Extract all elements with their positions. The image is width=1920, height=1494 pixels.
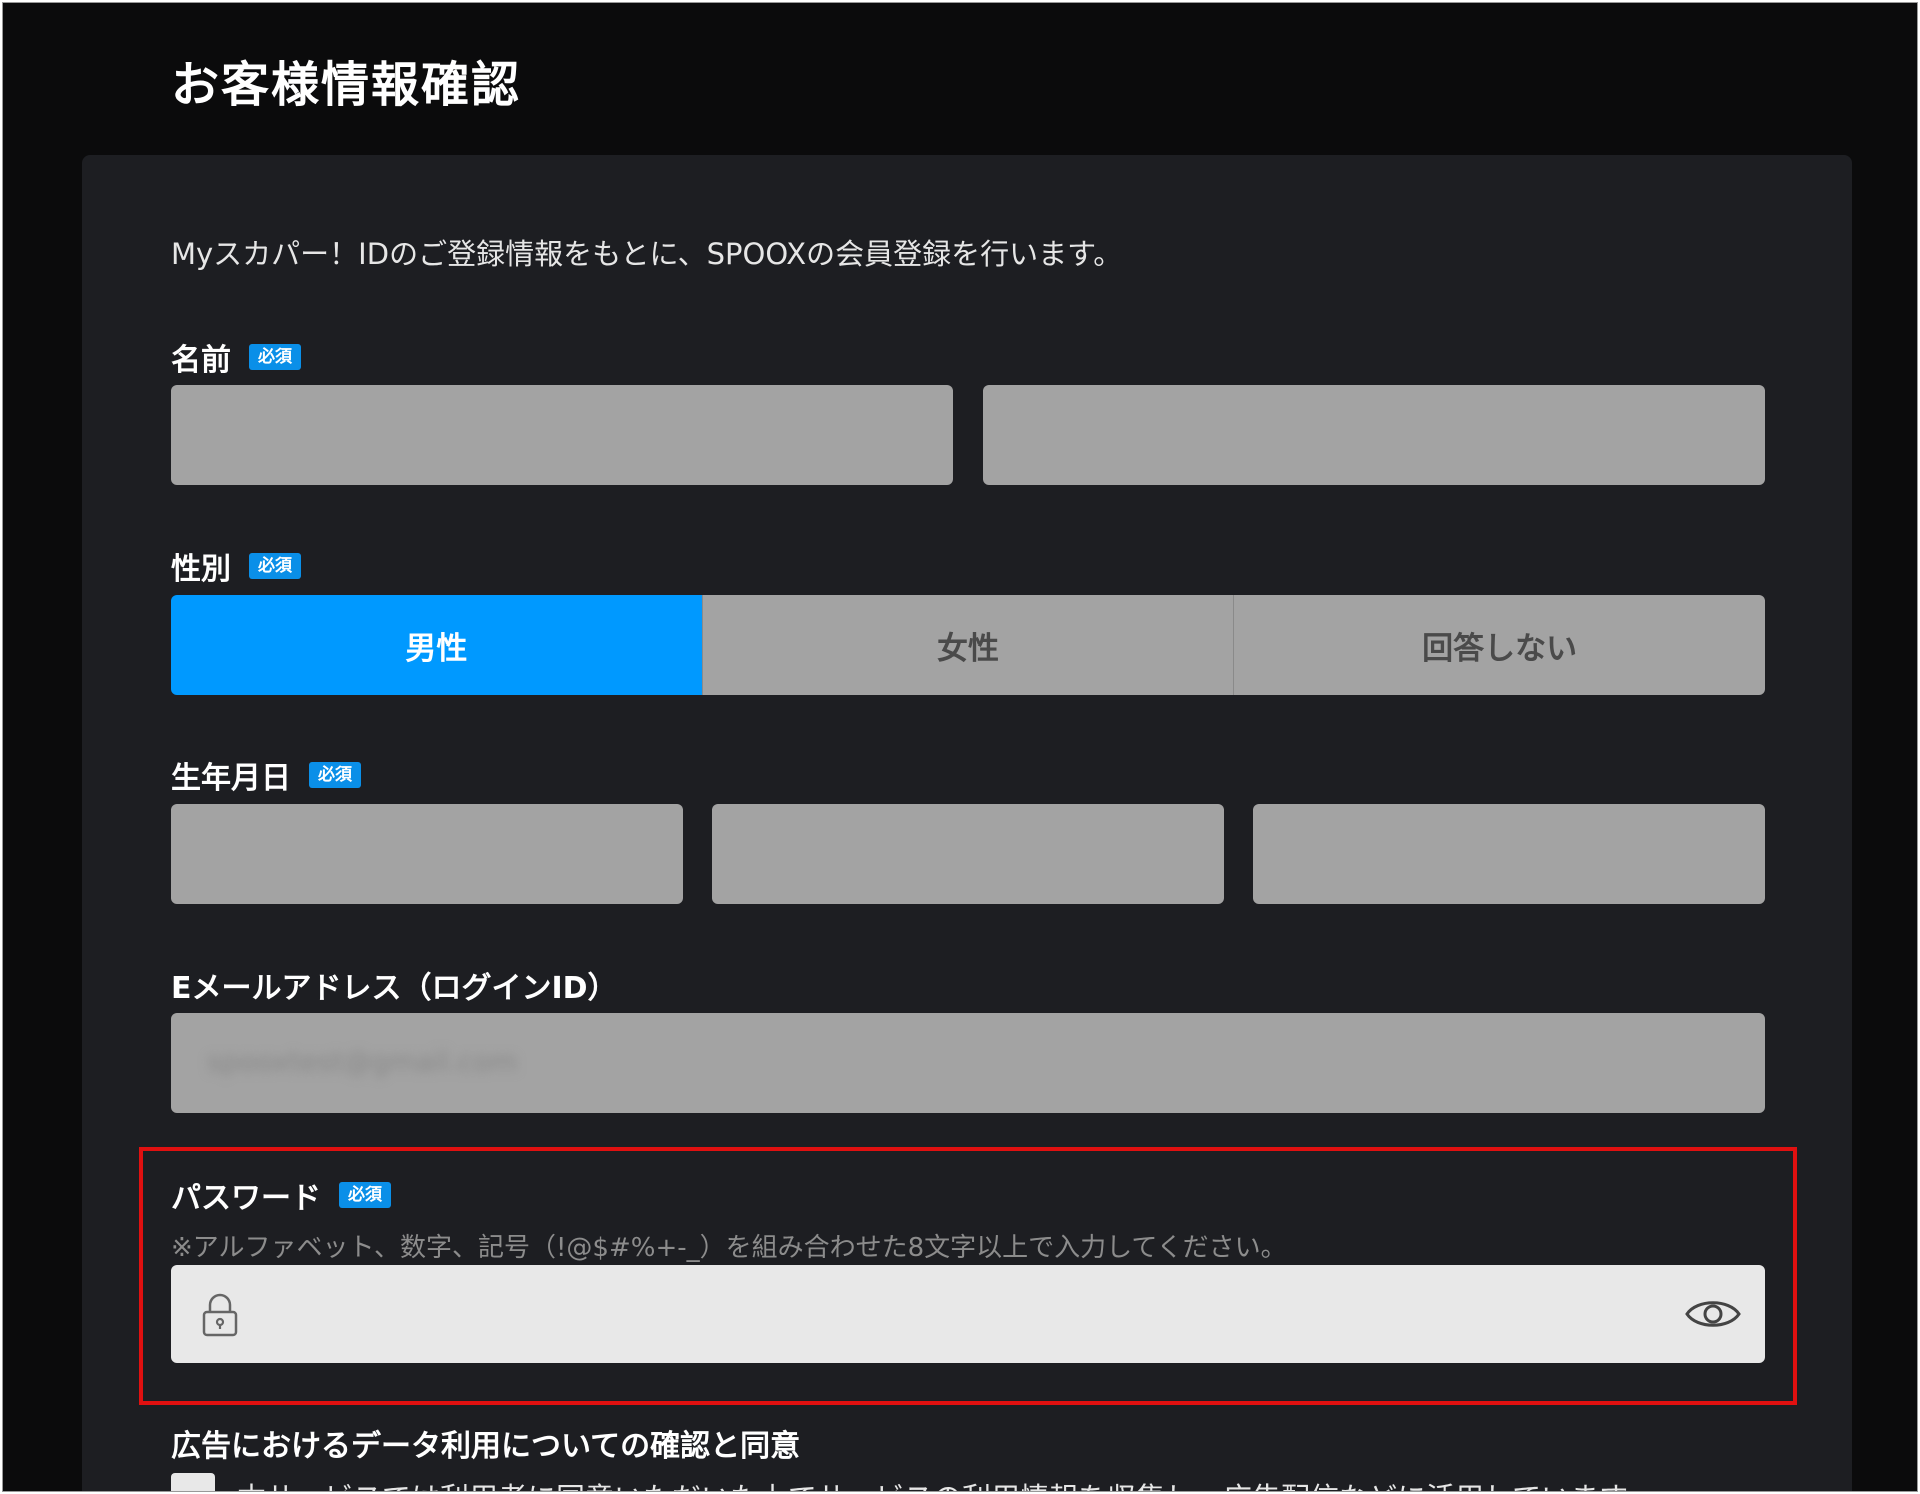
password-input[interactable] (171, 1265, 1765, 1363)
consent-title: 広告におけるデータ利用についての確認と同意 (171, 1429, 801, 1464)
last-name-input[interactable] (171, 385, 953, 485)
page-title: お客様情報確認 (171, 57, 522, 113)
first-name-input[interactable] (983, 385, 1765, 485)
gender-label: 性別 (171, 552, 231, 587)
gender-option-no-answer[interactable]: 回答しない (1233, 595, 1765, 695)
name-label-row: 名前 必須 (171, 335, 301, 379)
gender-option-female[interactable]: 女性 (701, 595, 1234, 695)
email-label: Eメールアドレス（ログインID） (171, 971, 618, 1006)
required-badge: 必須 (309, 762, 361, 788)
required-badge: 必須 (339, 1182, 391, 1208)
password-label-row: パスワード 必須 (171, 1173, 391, 1217)
birthdate-label: 生年月日 (171, 761, 291, 796)
email-value: spooxtest@gmail.com (207, 1045, 518, 1078)
gender-selector: 男性 女性 回答しない (171, 595, 1765, 695)
consent-checkbox[interactable] (171, 1473, 215, 1491)
gender-option-male[interactable]: 男性 (171, 595, 702, 695)
gender-label-row: 性別 必須 (171, 544, 301, 588)
password-label: パスワード (171, 1181, 321, 1216)
password-hint: ※アルファベット、数字、記号（!@$#%+-_）を組み合わせた8文字以上で入力し… (171, 1233, 1287, 1263)
lock-icon (202, 1293, 238, 1337)
email-field[interactable]: spooxtest@gmail.com (171, 1013, 1765, 1113)
birth-year-input[interactable] (171, 804, 683, 904)
eye-icon[interactable] (1685, 1295, 1741, 1333)
required-badge: 必須 (249, 344, 301, 370)
birth-day-input[interactable] (1253, 804, 1765, 904)
email-label-row: Eメールアドレス（ログインID） (171, 963, 618, 1007)
app-window: お客様情報確認 Myスカパー！IDのご登録情報をもとに、SPOOXの会員登録を行… (2, 2, 1918, 1492)
birthdate-label-row: 生年月日 必須 (171, 753, 361, 797)
name-label: 名前 (171, 343, 231, 378)
birth-month-input[interactable] (712, 804, 1224, 904)
required-badge: 必須 (249, 553, 301, 579)
consent-text: 本サービスでは利用者に同意いただいた上でサービスの利用情報を収集し、広告配信など… (237, 1475, 1628, 1491)
intro-text: Myスカパー！IDのご登録情報をもとに、SPOOXの会員登録を行います。 (171, 237, 1123, 271)
